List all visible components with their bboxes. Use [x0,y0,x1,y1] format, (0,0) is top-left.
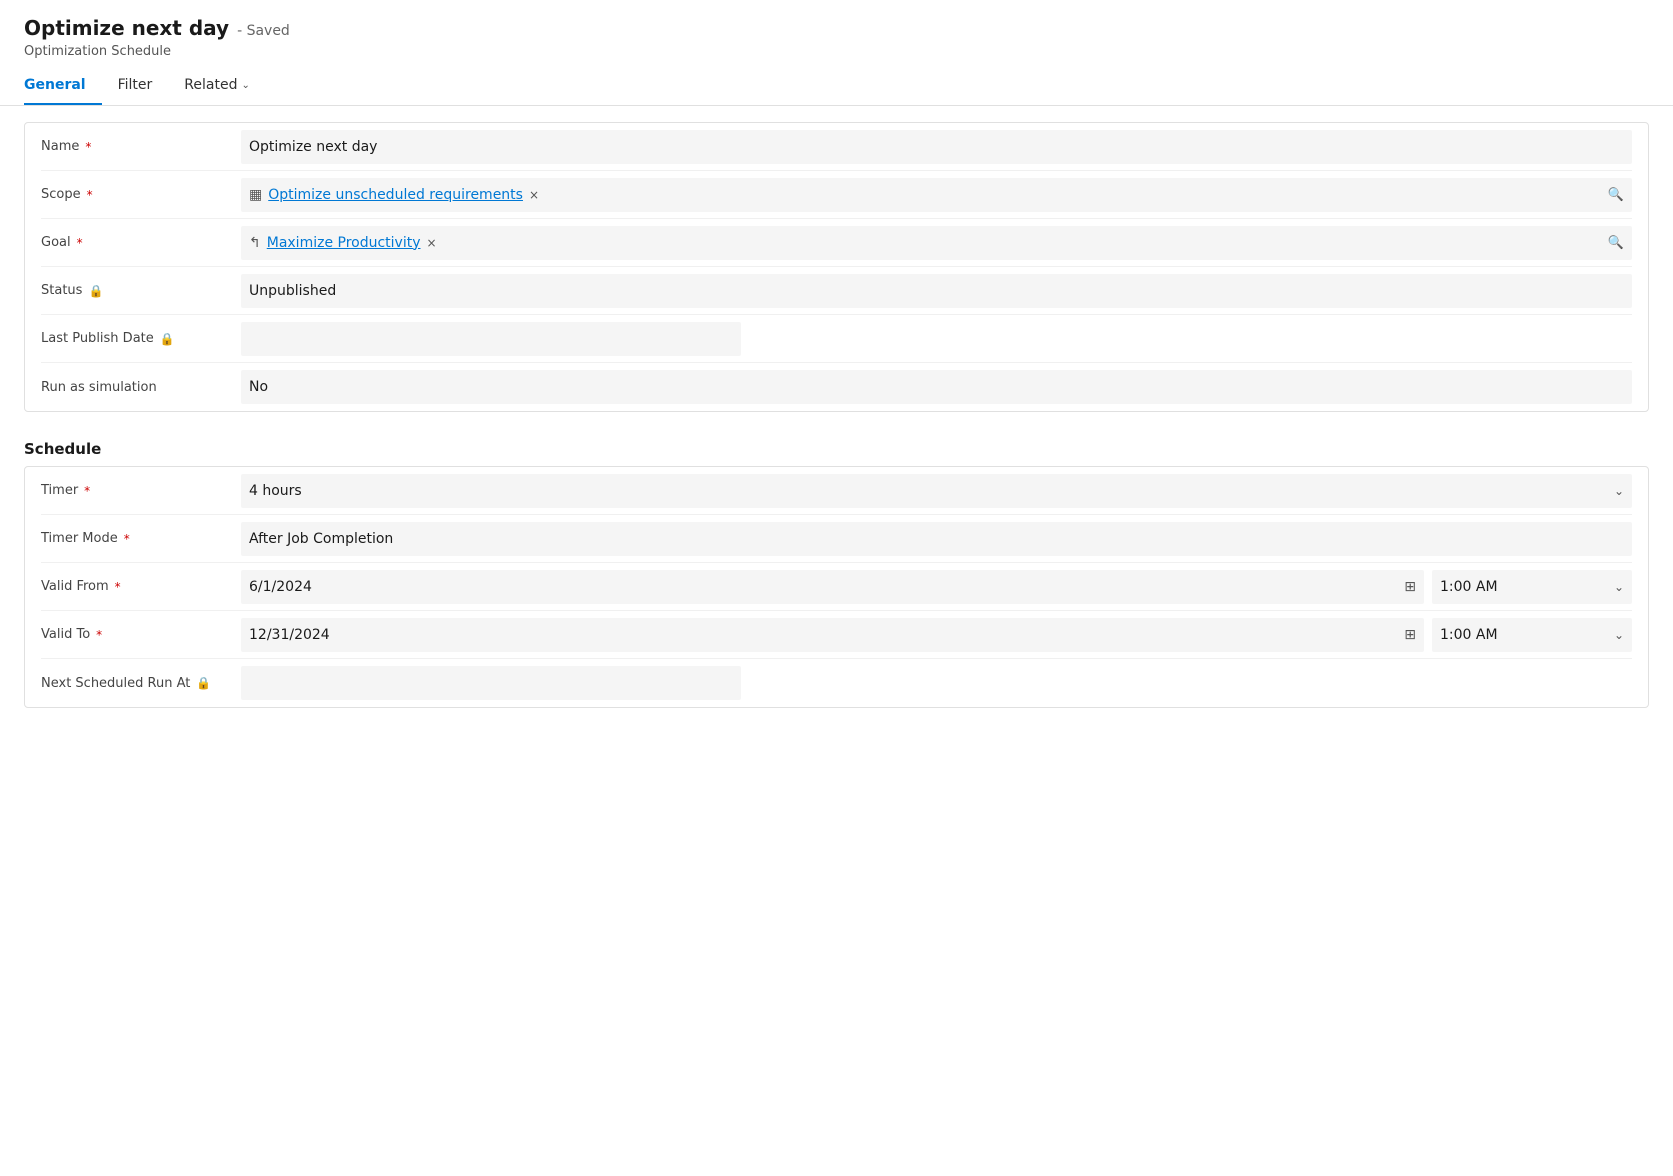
field-timer-mode-row: Timer Mode * After Job Completion [41,515,1632,563]
valid-to-date-time: 12/31/2024 ⊞ 1:00 AM ⌄ [241,618,1632,652]
field-last-publish-row: Last Publish Date 🔒 [41,315,1632,363]
field-last-publish-label: Last Publish Date 🔒 [41,323,241,354]
valid-to-time-field[interactable]: 1:00 AM ⌄ [1432,618,1632,652]
related-chevron-icon: ⌄ [241,80,249,91]
general-fields-section: Name * Optimize next day Scope * ▦ Optim… [24,122,1649,412]
name-required-star: * [85,140,91,154]
field-timer-value[interactable]: 4 hours ⌄ [241,474,1632,508]
valid-from-time-field[interactable]: 1:00 AM ⌄ [1432,570,1632,604]
schedule-section-title: Schedule [24,428,1649,466]
field-simulation-label: Run as simulation [41,372,241,403]
status-text: Unpublished [249,283,336,299]
valid-from-date-time: 6/1/2024 ⊞ 1:00 AM ⌄ [241,570,1632,604]
main-content: Name * Optimize next day Scope * ▦ Optim… [0,106,1673,740]
valid-to-time-dropdown-icon[interactable]: ⌄ [1614,628,1624,642]
scope-link[interactable]: Optimize unscheduled requirements [268,187,523,203]
name-text: Optimize next day [249,139,377,155]
valid-to-date-text: 12/31/2024 [249,627,330,643]
valid-from-required-star: * [115,580,121,594]
schedule-section: Schedule Timer * 4 hours ⌄ Timer Mode * [24,428,1649,708]
next-run-lock-icon: 🔒 [196,676,211,690]
field-valid-from-row: Valid From * 6/1/2024 ⊞ 1:00 AM ⌄ [41,563,1632,611]
valid-to-time-text: 1:00 AM [1440,627,1498,643]
schedule-fields-section: Timer * 4 hours ⌄ Timer Mode * After Job… [24,466,1649,708]
simulation-text: No [249,379,268,395]
valid-to-date-field[interactable]: 12/31/2024 ⊞ [241,618,1424,652]
field-timer-mode-value[interactable]: After Job Completion [241,522,1632,556]
page-header: Optimize next day - Saved Optimization S… [0,0,1673,106]
field-valid-to-label: Valid To * [41,619,241,650]
field-timer-row: Timer * 4 hours ⌄ [41,467,1632,515]
last-publish-lock-icon: 🔒 [160,332,175,346]
field-next-run-value [241,666,741,700]
field-goal-label: Goal * [41,227,241,258]
scope-record-icon: ▦ [249,187,262,203]
field-valid-to-row: Valid To * 12/31/2024 ⊞ 1:00 AM ⌄ [41,611,1632,659]
goal-search-icon[interactable]: 🔍 [1608,235,1624,250]
timer-mode-text: After Job Completion [249,531,393,547]
field-scope-value[interactable]: ▦ Optimize unscheduled requirements × 🔍 [241,178,1632,212]
field-name-value[interactable]: Optimize next day [241,130,1632,164]
valid-from-date-field[interactable]: 6/1/2024 ⊞ [241,570,1424,604]
timer-text: 4 hours [249,483,302,499]
page-subtitle: Optimization Schedule [24,44,1649,59]
field-next-run-label: Next Scheduled Run At 🔒 [41,668,241,699]
field-timer-label: Timer * [41,475,241,506]
field-simulation-row: Run as simulation No [41,363,1632,411]
tab-related[interactable]: Related ⌄ [168,69,266,105]
page-title: Optimize next day [24,16,229,40]
valid-from-time-dropdown-icon[interactable]: ⌄ [1614,580,1624,594]
valid-from-time-text: 1:00 AM [1440,579,1498,595]
valid-to-calendar-icon[interactable]: ⊞ [1404,627,1416,643]
field-next-run-row: Next Scheduled Run At 🔒 [41,659,1632,707]
title-row: Optimize next day - Saved [24,16,1649,40]
field-scope-label: Scope * [41,179,241,210]
valid-to-required-star: * [96,628,102,642]
goal-remove-button[interactable]: × [427,236,437,250]
field-scope-row: Scope * ▦ Optimize unscheduled requireme… [41,171,1632,219]
valid-from-date-text: 6/1/2024 [249,579,312,595]
scope-remove-button[interactable]: × [529,188,539,202]
tab-general[interactable]: General [24,69,102,105]
field-simulation-value[interactable]: No [241,370,1632,404]
scope-search-icon[interactable]: 🔍 [1608,187,1624,202]
tab-filter[interactable]: Filter [102,69,169,105]
status-lock-icon: 🔒 [88,284,103,298]
timer-dropdown-icon[interactable]: ⌄ [1614,484,1624,498]
saved-indicator: - Saved [237,23,290,39]
scope-required-star: * [87,188,93,202]
field-goal-row: Goal * ↰ Maximize Productivity × 🔍 [41,219,1632,267]
valid-from-calendar-icon[interactable]: ⊞ [1404,579,1416,595]
goal-required-star: * [77,236,83,250]
timer-required-star: * [84,484,90,498]
field-status-value: Unpublished [241,274,1632,308]
field-valid-from-label: Valid From * [41,571,241,602]
field-status-row: Status 🔒 Unpublished [41,267,1632,315]
field-last-publish-value [241,322,741,356]
timer-mode-required-star: * [124,532,130,546]
field-name-label: Name * [41,131,241,162]
tab-bar: General Filter Related ⌄ [24,69,1649,105]
goal-link[interactable]: Maximize Productivity [267,235,421,251]
goal-record-icon: ↰ [249,235,261,251]
field-timer-mode-label: Timer Mode * [41,523,241,554]
field-goal-value[interactable]: ↰ Maximize Productivity × 🔍 [241,226,1632,260]
field-name-row: Name * Optimize next day [41,123,1632,171]
field-status-label: Status 🔒 [41,275,241,306]
